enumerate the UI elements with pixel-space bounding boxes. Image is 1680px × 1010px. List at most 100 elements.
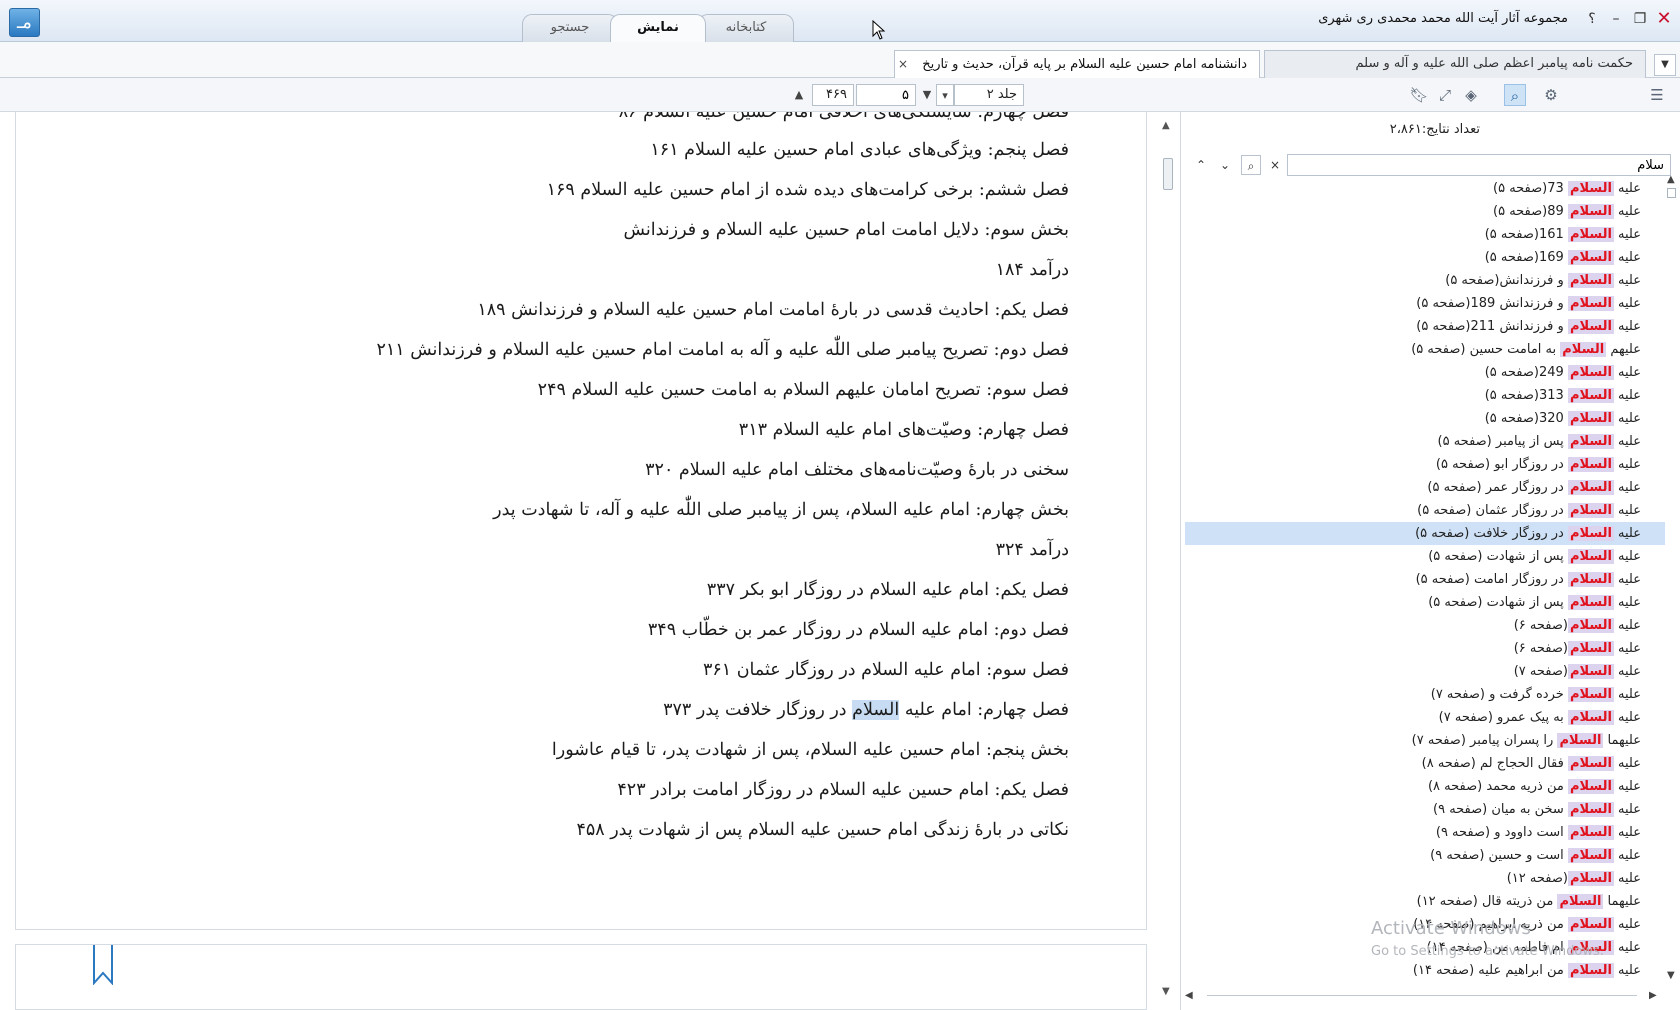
toc-line[interactable]: فصل پنجم: ویژگی‌های عبادی امام حسین علیه… <box>650 140 1069 160</box>
toc-line[interactable]: سخنی در بارۀ وصیّت‌نامه‌های مختلف امام ع… <box>645 460 1069 480</box>
toc-line[interactable]: فصل یکم: امام علیه السلام در روزگار ابو … <box>707 580 1069 600</box>
prev-result-icon[interactable]: ⌃ <box>1191 155 1211 175</box>
arrow-up-icon[interactable]: ▲ <box>790 84 808 106</box>
list-icon[interactable]: ☰ <box>1646 84 1668 106</box>
toc-line[interactable]: بخش چهارم: امام علیه السلام، پس از پیامب… <box>493 500 1069 520</box>
toc-line[interactable]: نکاتی در بارۀ زندگی امام حسین علیه السلا… <box>576 820 1069 840</box>
search-result-item[interactable]: علیه السلام 73(صفحه ۵) <box>1185 177 1665 200</box>
search-icon[interactable]: ⌕ <box>1241 155 1261 175</box>
search-result-item[interactable]: علیه السلام در روزگار عثمان (صفحه ۵) <box>1185 499 1665 522</box>
toc-line[interactable]: فصل چهارم: شایستگی‌های اخلاقی امام حسین … <box>619 112 1069 122</box>
search-result-item[interactable]: علیه السلام به پیک عمرو (صفحه ۷) <box>1185 706 1665 729</box>
search-result-item[interactable]: علیه السلام 161(صفحه ۵) <box>1185 223 1665 246</box>
scroll-up-icon[interactable]: ▲ <box>1667 174 1675 185</box>
search-result-item[interactable]: علیه السلام پس از شهادت (صفحه ۵) <box>1185 591 1665 614</box>
search-toggle-icon[interactable]: ⌕ <box>1504 84 1526 106</box>
volume-dropdown-icon[interactable]: ▾ <box>936 84 954 106</box>
fullscreen-icon[interactable]: ⤢ <box>1434 84 1456 106</box>
scroll-up-icon[interactable]: ▲ <box>1162 120 1170 131</box>
search-result-item[interactable]: علیهما السلام را پسران پیامبر (صفحه ۷) <box>1185 729 1665 752</box>
search-result-item[interactable]: علیه السلام ام الحسن والحسین (صفحه ۱۴) <box>1185 982 1665 983</box>
search-result-item[interactable]: علیه السلام است و حسین (صفحه ۹) <box>1185 844 1665 867</box>
search-result-item[interactable]: علیه السلام من ابراهیم علیه (صفحه ۱۴) <box>1185 959 1665 982</box>
search-result-item[interactable]: علیه السلام خرده گرفت و (صفحه ۷) <box>1185 683 1665 706</box>
eraser-icon[interactable]: ◈ <box>1460 84 1482 106</box>
bookmark-icon[interactable]: 🔖︎ <box>1408 84 1430 106</box>
toc-line[interactable]: فصل سوم: امام علیه السلام در روزگار عثما… <box>703 660 1069 680</box>
toc-line[interactable]: درآمد ۱۸۴ <box>996 260 1069 280</box>
search-result-item[interactable]: علیه السلام(صفحه ۶) <box>1185 637 1665 660</box>
tab-library[interactable]: کتابخانه <box>698 14 794 42</box>
doc-tab-hikmat-nameh[interactable]: حکمت نامه پیامبر اعظم صلی الله علیه و آل… <box>1264 50 1646 78</box>
close-icon[interactable]: ✕ <box>1654 8 1674 30</box>
scroll-down-icon[interactable]: ▼ <box>1162 986 1170 997</box>
search-result-item[interactable]: علیه السلام من ذریه محمد (صفحه ۸) <box>1185 775 1665 798</box>
search-result-item[interactable]: علیه السلام فقال الحجاج لم (صفحه ۸) <box>1185 752 1665 775</box>
search-result-item[interactable]: علیه السلام سخن به میان (صفحه ۹) <box>1185 798 1665 821</box>
search-result-item[interactable]: علیه السلام در روزگار خلافت (صفحه ۵) <box>1185 522 1665 545</box>
toc-line[interactable]: درآمد ۳۲۴ <box>996 540 1069 560</box>
tab-display[interactable]: نمایش <box>610 14 706 42</box>
toc-line[interactable]: فصل دوم: امام علیه السلام در روزگار عمر … <box>648 620 1069 640</box>
scroll-down-icon[interactable]: ▼ <box>1667 970 1675 981</box>
scroll-left-icon[interactable]: ◀ <box>1185 990 1193 1001</box>
result-keyword: السلام <box>1567 779 1614 794</box>
toc-line[interactable]: فصل ششم: برخی کرامت‌های دیده شده از امام… <box>547 180 1069 200</box>
search-result-item[interactable]: علیه السلام(صفحه ۷) <box>1185 660 1665 683</box>
restore-icon[interactable]: ❐ <box>1630 8 1650 30</box>
result-keyword: السلام <box>1567 503 1614 518</box>
search-result-item[interactable]: علیه السلام 313(صفحه ۵) <box>1185 384 1665 407</box>
scroll-right-icon[interactable]: ▶ <box>1649 990 1657 1001</box>
search-result-item[interactable]: علیه السلام و فرزندانش 189(صفحه ۵) <box>1185 292 1665 315</box>
search-result-item[interactable]: علیه السلام پس از شهادت (صفحه ۵) <box>1185 545 1665 568</box>
search-result-item[interactable]: علیه السلام(صفحه ۱۲) <box>1185 867 1665 890</box>
help-icon[interactable]: ؟ <box>1582 8 1602 30</box>
search-result-item[interactable]: علیه السلام است داوود و (صفحه ۹) <box>1185 821 1665 844</box>
result-prefix: علیه <box>1613 687 1641 702</box>
search-result-item[interactable]: علیهما السلام من ذریته قال (صفحه ۱۲) <box>1185 890 1665 913</box>
tab-search[interactable]: جستجو <box>522 14 618 42</box>
result-prefix: علیه <box>1613 595 1641 610</box>
tab-list-dropdown-icon[interactable]: ▼ <box>1654 54 1676 76</box>
app-title: مجموعه آثار آیت الله محمد محمدی ری شهری <box>1318 11 1568 26</box>
toc-line[interactable]: فصل چهارم: وصیّت‌های امام علیه السلام ۳۱… <box>739 420 1069 440</box>
gear-icon[interactable]: ⚙ <box>1540 84 1562 106</box>
search-result-item[interactable]: علیه السلام در روزگار عمر (صفحه ۵) <box>1185 476 1665 499</box>
tab-close-icon[interactable]: × <box>898 51 908 77</box>
search-result-item[interactable]: علیه السلام پس از پیامبر (صفحه ۵) <box>1185 430 1665 453</box>
search-result-item[interactable]: علیه السلام و فرزندانش 211(صفحه ۵) <box>1185 315 1665 338</box>
toolbar: ▲ ۴۶۹ ▼ ▾ جلد ۲ 🔖︎ ⤢ ◈ ⌕ ⚙ ☰ <box>0 78 1680 112</box>
search-result-item[interactable]: علیه السلام در روزگار امامت (صفحه ۵) <box>1185 568 1665 591</box>
toc-line[interactable]: بخش سوم: دلایل امامت امام حسین علیه السل… <box>624 220 1069 240</box>
bookmark-ribbon-icon[interactable] <box>92 945 114 985</box>
result-prefix: علیهم <box>1606 342 1641 357</box>
search-result-item[interactable]: علیه السلام و فرزندانش(صفحه ۵) <box>1185 269 1665 292</box>
search-result-item[interactable]: علیهم السلام به امامت حسین (صفحه ۵) <box>1185 338 1665 361</box>
search-result-item[interactable]: علیه السلام در روزگار ابو (صفحه ۵) <box>1185 453 1665 476</box>
search-result-item[interactable]: علیه السلام 89(صفحه ۵) <box>1185 200 1665 223</box>
toc-line[interactable]: بخش پنجم: امام حسین علیه السلام، پس از ش… <box>552 740 1069 760</box>
doc-tab-imam-hussein[interactable]: دانشنامه امام حسین علیه السلام بر پایه ق… <box>894 50 1260 78</box>
scroll-thumb[interactable] <box>1163 158 1173 190</box>
volume-select[interactable]: جلد ۲ <box>954 84 1024 106</box>
toc-line[interactable]: فصل یکم: امام حسین علیه السلام در روزگار… <box>617 780 1069 800</box>
search-input[interactable] <box>1287 154 1671 176</box>
search-result-item[interactable]: علیه السلام 249(صفحه ۵) <box>1185 361 1665 384</box>
clear-search-icon[interactable]: × <box>1265 155 1285 175</box>
search-result-item[interactable]: علیه السلام 320(صفحه ۵) <box>1185 407 1665 430</box>
toc-line[interactable]: فصل دوم: تصریح پیامبر صلی اللّٰه علیه و … <box>376 340 1069 360</box>
toc-line-highlighted[interactable]: فصل چهارم: امام علیه السلام در روزگار خل… <box>663 700 1069 720</box>
arrow-down-icon[interactable]: ▼ <box>918 84 936 106</box>
content-scrollbar[interactable]: ▲ ▼ <box>1160 120 1176 1002</box>
scroll-track[interactable] <box>1207 995 1637 999</box>
page-input[interactable] <box>856 84 916 106</box>
toc-line[interactable]: فصل یکم: احادیث قدسی در بارۀ امامت امام … <box>477 300 1069 320</box>
toc-line[interactable]: فصل سوم: تصریح امامان علیهم السلام به ام… <box>538 380 1069 400</box>
results-scrollbar[interactable]: ▲ ▼ <box>1665 174 1679 984</box>
search-result-item[interactable]: علیه السلام 169(صفحه ۵) <box>1185 246 1665 269</box>
scroll-thumb[interactable] <box>1667 188 1676 198</box>
results-hscrollbar[interactable]: ◀ ▶ <box>1185 990 1665 1004</box>
minimize-icon[interactable]: – <box>1606 8 1626 30</box>
search-result-item[interactable]: علیه السلام(صفحه ۶) <box>1185 614 1665 637</box>
next-result-icon[interactable]: ⌄ <box>1215 155 1235 175</box>
